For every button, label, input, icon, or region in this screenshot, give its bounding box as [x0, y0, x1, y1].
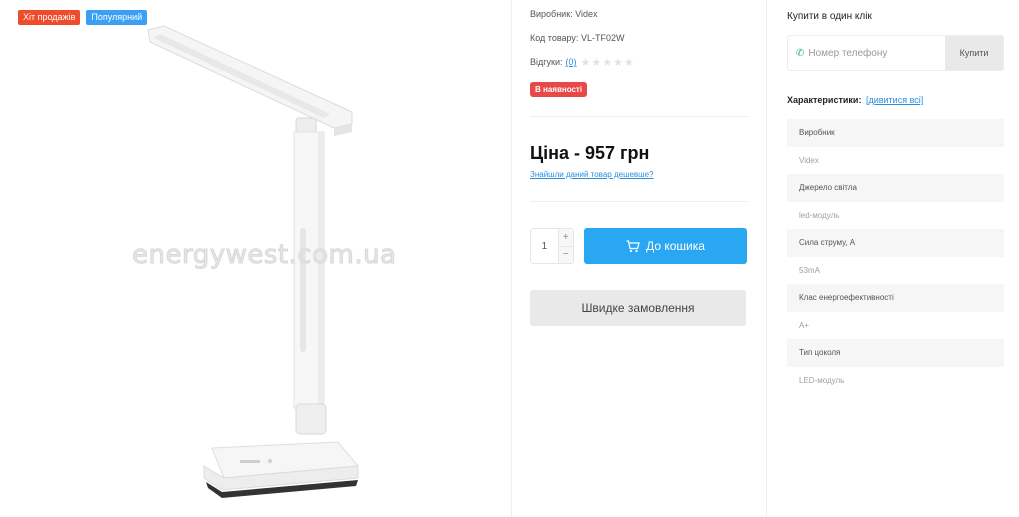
add-to-cart-row: 1 + − До кошика — [530, 228, 748, 264]
product-code-value: VL-TF02W — [580, 33, 625, 43]
cart-icon — [626, 239, 640, 252]
view-all-characteristics-link[interactable]: [дивитися всі] — [866, 95, 923, 105]
divider-right — [766, 0, 767, 517]
spec-name: Сила струму, А — [787, 229, 1004, 257]
specs-table: Виробник Videx Джерело світла led-модуль… — [787, 119, 1004, 394]
spec-name: Джерело світла — [787, 174, 1004, 202]
quantity-increase-button[interactable]: + — [558, 229, 573, 246]
spec-value: Videx — [787, 146, 1004, 174]
popular-badge: Популярний — [86, 10, 148, 25]
reviews-row: Відгуки: (0) ★★★★★ — [530, 50, 748, 74]
divider — [530, 201, 748, 202]
bestseller-badge: Хіт продажів — [18, 10, 81, 25]
sidebar: Купити в один клік ✆ Номер телефону Купи… — [787, 0, 1004, 394]
watermark: energywest.com.ua — [132, 240, 397, 271]
one-click-buy-button[interactable]: Купити — [945, 36, 1003, 70]
characteristics-label: Характеристики: — [787, 95, 862, 105]
quantity-decrease-button[interactable]: − — [558, 245, 573, 263]
characteristics-title: Характеристики: [дивитися всі] — [787, 95, 1004, 105]
quantity-input[interactable]: 1 — [531, 229, 558, 263]
lamp-base — [203, 441, 359, 498]
quick-order-button[interactable]: Швидке замовлення — [530, 290, 746, 326]
spec-value: led-модуль — [787, 201, 1004, 229]
product-code-row: Код товару: VL-TF02W — [530, 26, 748, 50]
found-cheaper-link[interactable]: Знайшли даний товар дешевше? — [530, 170, 748, 179]
one-click-form: ✆ Номер телефону Купити — [787, 35, 1004, 71]
one-click-title: Купити в один клік — [787, 11, 872, 22]
product-info: Виробник: Videx Код товару: VL-TF02W Від… — [530, 0, 748, 326]
add-to-cart-label: До кошика — [646, 239, 705, 253]
divider-left — [511, 0, 512, 517]
product-code-label: Код товару: — [530, 33, 579, 43]
quantity-stepper: 1 + − — [530, 228, 574, 264]
spec-value: 53mA — [787, 256, 1004, 284]
lamp-head — [147, 25, 353, 136]
stock-badge: В наявності — [530, 82, 588, 97]
badges: Хіт продажів Популярний — [18, 10, 148, 25]
phone-placeholder: Номер телефону — [808, 47, 888, 59]
spec-name: Виробник — [787, 119, 1004, 147]
phone-input[interactable]: ✆ Номер телефону — [788, 36, 945, 70]
product-gallery: Хіт продажів Популярний energywest.com.u… — [0, 0, 512, 517]
manufacturer-value: Videx — [575, 9, 598, 19]
spec-name: Тип цоколя — [787, 339, 1004, 367]
lamp-pole — [293, 131, 325, 409]
spec-value: LED-модуль — [787, 366, 1004, 394]
spec-name: Клас енергоефективності — [787, 284, 1004, 312]
quantity-buttons: + − — [557, 229, 573, 263]
add-to-cart-button[interactable]: До кошика — [584, 228, 747, 264]
lower-hinge — [295, 403, 327, 435]
divider — [530, 116, 748, 117]
reviews-count-link[interactable]: (0) — [566, 57, 577, 67]
manufacturer-row: Виробник: Videx — [530, 2, 748, 26]
spec-value: A+ — [787, 311, 1004, 339]
rating-stars[interactable]: ★★★★★ — [581, 56, 635, 69]
manufacturer-label: Виробник: — [530, 9, 573, 19]
product-price: Ціна - 957 грн — [530, 143, 650, 163]
reviews-label: Відгуки: — [530, 57, 563, 67]
phone-icon: ✆ — [796, 47, 805, 59]
